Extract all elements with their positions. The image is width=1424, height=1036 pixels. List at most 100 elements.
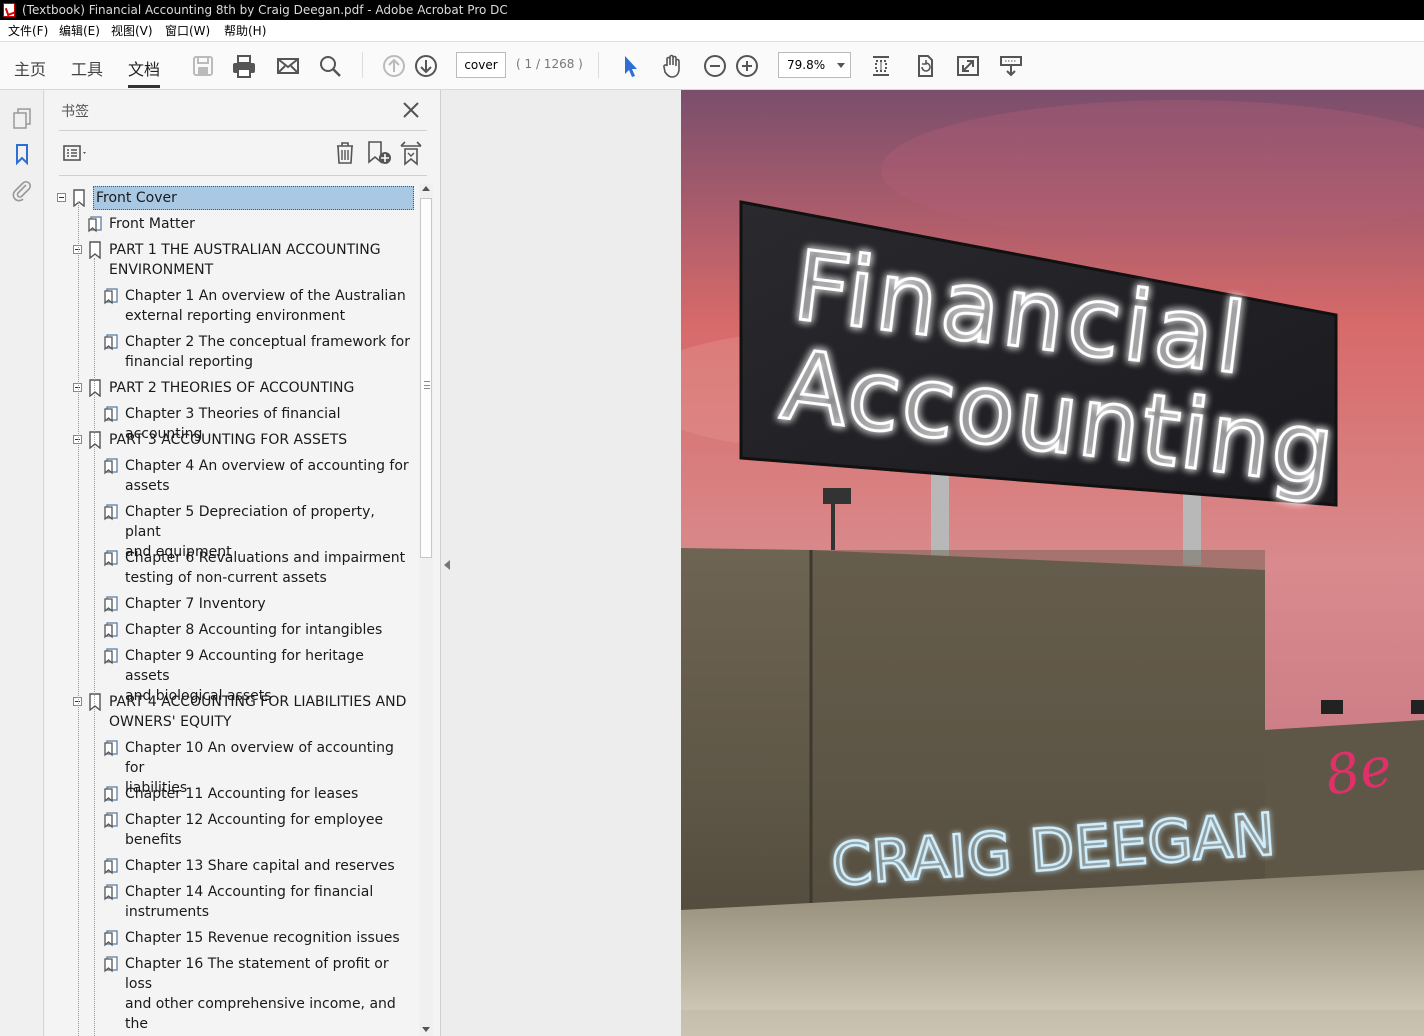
expand-bookmark-icon[interactable]	[397, 140, 425, 166]
select-tool-icon[interactable]	[617, 53, 643, 79]
bookmark-page-item[interactable]: Chapter 1 An overview of the Australian e…	[45, 286, 417, 326]
bookmark-page-item[interactable]: Chapter 10 An overview of accounting for…	[45, 738, 417, 796]
bookmark-page-icon	[103, 857, 119, 875]
bookmark-options-icon[interactable]	[61, 140, 89, 166]
bookmark-icon	[71, 189, 87, 208]
bookmark-page-item[interactable]: Chapter 15 Revenue recognition issues	[45, 928, 417, 948]
title-bar: (Textbook) Financial Accounting 8th by C…	[0, 0, 1424, 20]
bookmark-page-icon	[103, 785, 119, 803]
cover-edition: 8e	[1320, 734, 1396, 808]
page-number-input[interactable]: cover	[456, 52, 506, 78]
menu-bar: 文件(F) 编辑(E) 视图(V) 窗口(W) 帮助(H)	[0, 20, 1424, 42]
hand-tool-icon[interactable]	[659, 53, 685, 79]
bookmark-page-icon	[103, 287, 119, 305]
scroll-up-icon[interactable]	[422, 186, 430, 191]
scrollbar-thumb[interactable]	[420, 198, 432, 558]
zoom-value: 79.8%	[787, 58, 826, 72]
bookmark-item[interactable]: PART 3 ACCOUNTING FOR ASSETS	[45, 430, 417, 450]
tab-home[interactable]: 主页	[14, 56, 46, 80]
bookmark-page-item[interactable]: Chapter 9 Accounting for heritage assets…	[45, 646, 417, 704]
delete-bookmark-icon[interactable]	[331, 140, 359, 166]
attachments-icon[interactable]	[10, 178, 34, 202]
bookmark-label: Chapter 4 An overview of accounting for a…	[125, 456, 411, 496]
bookmark-page-icon	[87, 215, 103, 233]
bookmark-page-item[interactable]: Chapter 2 The conceptual framework for fi…	[45, 332, 417, 372]
bookmark-label: Chapter 14 Accounting for financial instr…	[125, 882, 411, 922]
bookmark-label-line: Chapter 9 Accounting for heritage assets	[125, 648, 364, 684]
bookmark-page-item[interactable]: Chapter 12 Accounting for employee benefi…	[45, 810, 417, 850]
save-icon[interactable]	[190, 53, 216, 79]
bookmark-page-item[interactable]: Chapter 6 Revaluations and impairment tes…	[45, 548, 417, 588]
page-count: ( 1 / 1268 )	[516, 57, 583, 71]
menu-window[interactable]: 窗口(W)	[165, 20, 210, 42]
bookmark-label-line: PART 3 ACCOUNTING FOR ASSETS	[109, 432, 348, 448]
bookmark-label: Chapter 15 Revenue recognition issues	[125, 928, 411, 948]
menu-view[interactable]: 视图(V)	[111, 20, 153, 42]
menu-file[interactable]: 文件(F)	[8, 20, 48, 42]
page-thumbnails-icon[interactable]	[10, 106, 34, 130]
bookmark-label-line: PART 1 THE AUSTRALIAN ACCOUNTING	[109, 242, 381, 258]
bookmarks-panel-title: 书签	[61, 104, 89, 120]
menu-edit[interactable]: 编辑(E)	[59, 20, 100, 42]
close-icon[interactable]	[401, 100, 421, 120]
bookmark-label: Chapter 13 Share capital and reserves	[125, 856, 411, 876]
search-icon[interactable]	[317, 53, 343, 79]
rotate-page-icon[interactable]	[912, 53, 938, 79]
bookmark-page-item[interactable]: Chapter 13 Share capital and reserves	[45, 856, 417, 876]
bookmark-label: Chapter 2 The conceptual framework for fi…	[125, 332, 411, 372]
collapse-panel-icon[interactable]	[444, 560, 450, 570]
bookmark-page-item[interactable]: Chapter 3 Theories of financial accounti…	[45, 404, 417, 442]
bookmark-label: PART 2 THEORIES OF ACCOUNTING	[109, 378, 411, 398]
fit-page-icon[interactable]	[868, 53, 894, 79]
bookmark-page-item[interactable]: Front Matter	[45, 214, 417, 234]
bookmark-label-line: Chapter 14 Accounting for financial	[125, 884, 374, 900]
document-view[interactable]: Financial Accounting CRAIG DEEGAN 8e	[441, 90, 1424, 1036]
bookmark-page-icon	[103, 739, 119, 757]
bookmark-item[interactable]: Front Cover	[45, 186, 417, 210]
print-icon[interactable]	[231, 53, 257, 79]
bookmark-page-item[interactable]: Chapter 5 Depreciation of property, plan…	[45, 502, 417, 560]
bookmark-label-line: Chapter 10 An overview of accounting for	[125, 740, 394, 776]
bookmarks-icon[interactable]	[10, 142, 34, 166]
bookmark-page-item[interactable]: Chapter 7 Inventory	[45, 594, 417, 614]
bookmark-item[interactable]: PART 1 THE AUSTRALIAN ACCOUNTING ENVIRONM…	[45, 240, 417, 280]
bookmark-item[interactable]: PART 4 ACCOUNTING FOR LIABILITIES AND OWN…	[45, 692, 417, 732]
new-bookmark-icon[interactable]	[365, 140, 393, 166]
bookmark-page-item[interactable]: Chapter 4 An overview of accounting for a…	[45, 456, 417, 496]
zoom-in-icon[interactable]	[734, 53, 760, 79]
bookmark-page-item[interactable]: Chapter 11 Accounting for leases	[45, 784, 417, 804]
zoom-select[interactable]: 79.8%	[778, 52, 851, 78]
bookmark-label: Chapter 8 Accounting for intangibles	[125, 620, 411, 640]
bookmark-label: Chapter 11 Accounting for leases	[125, 784, 411, 804]
bookmark-page-item[interactable]: Chapter 16 The statement of profit or lo…	[45, 954, 417, 1032]
chevron-down-icon	[837, 63, 845, 68]
next-page-icon[interactable]	[413, 53, 439, 79]
bookmark-label-line: external reporting environment	[125, 308, 346, 324]
tab-document[interactable]: 文档	[128, 56, 161, 88]
tab-tools[interactable]: 工具	[71, 56, 103, 80]
bookmark-icon	[87, 241, 103, 260]
bookmark-item[interactable]: PART 2 THEORIES OF ACCOUNTING	[45, 378, 417, 398]
bookmark-label-line: and other comprehensive income, and the	[125, 996, 396, 1032]
tree-guide-line	[78, 202, 79, 1036]
bookmark-label-line: Front Cover	[96, 190, 177, 206]
pdf-file-icon	[3, 3, 15, 17]
bookmark-icon	[87, 693, 103, 712]
menu-help[interactable]: 帮助(H)	[224, 20, 266, 42]
bookmark-scrollbar[interactable]	[419, 184, 433, 1036]
read-mode-icon[interactable]	[998, 53, 1024, 79]
scroll-down-icon[interactable]	[422, 1027, 430, 1032]
collapse-toggle-icon[interactable]	[57, 193, 66, 202]
bookmark-page-icon	[103, 549, 119, 567]
bookmark-label-line: instruments	[125, 904, 210, 920]
zoom-out-icon[interactable]	[702, 53, 728, 79]
bookmark-page-icon	[103, 457, 119, 475]
bookmark-page-item[interactable]: Chapter 8 Accounting for intangibles	[45, 620, 417, 640]
window-title: (Textbook) Financial Accounting 8th by C…	[22, 3, 508, 17]
bookmark-tree: Front Cover Front Matter PART 1 THE AUSTRA…	[45, 184, 417, 1036]
bookmark-label-line: ENVIRONMENT	[109, 262, 214, 278]
previous-page-icon[interactable]	[381, 53, 407, 79]
bookmark-page-item[interactable]: Chapter 14 Accounting for financial instr…	[45, 882, 417, 922]
email-icon[interactable]	[275, 53, 301, 79]
full-screen-icon[interactable]	[955, 53, 981, 79]
